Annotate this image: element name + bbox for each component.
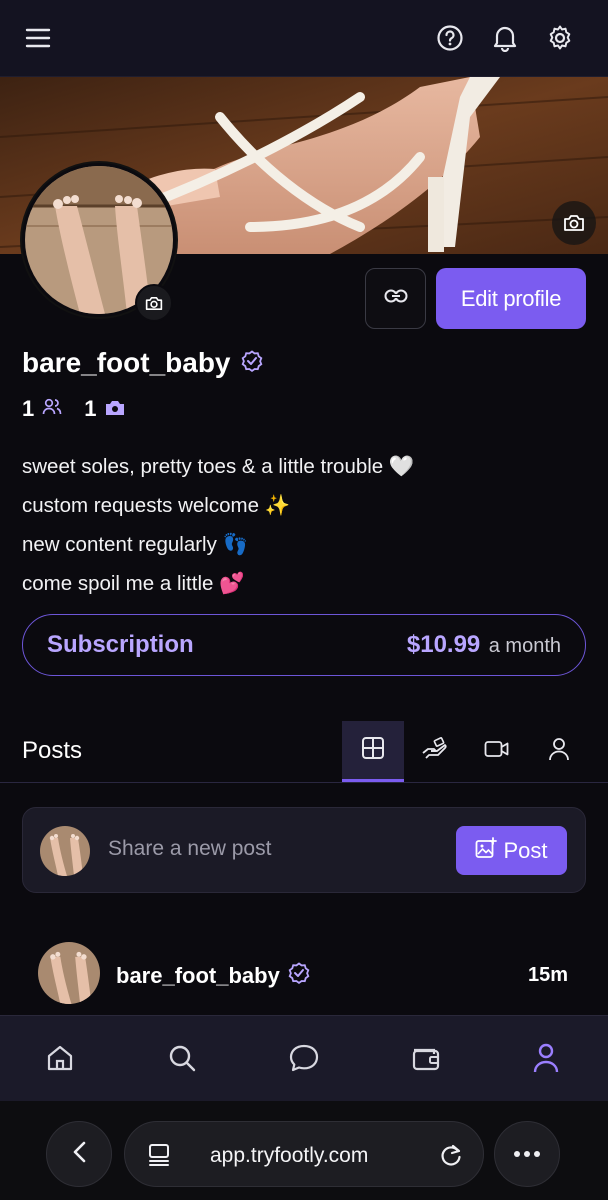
- tab-tips[interactable]: [404, 721, 466, 782]
- profile-icon[interactable]: [526, 1038, 566, 1078]
- copy-link-button[interactable]: [365, 268, 426, 329]
- tabs-icon[interactable]: [147, 1142, 171, 1171]
- more-dots-icon: [513, 1145, 541, 1163]
- chat-bubble-icon[interactable]: [284, 1038, 324, 1078]
- new-post-composer: Share a new post Post: [22, 807, 586, 893]
- bio-line: new content regularly 👣: [22, 533, 249, 556]
- bio-line: come spoil me a little 💕: [22, 572, 245, 595]
- url-bar[interactable]: app.tryfootly.com: [124, 1121, 484, 1187]
- bio-line: custom requests welcome ✨: [22, 494, 291, 517]
- change-avatar-camera-icon[interactable]: [135, 284, 173, 322]
- posts-section-title: Posts: [22, 737, 83, 764]
- avatar: [40, 826, 90, 876]
- person-icon: [548, 737, 570, 766]
- profile-username-row: bare_foot_baby: [22, 347, 263, 379]
- edit-profile-button[interactable]: Edit profile: [436, 268, 586, 329]
- camera-icon: [105, 396, 125, 422]
- verified-badge-icon: [241, 347, 263, 379]
- profile-bio: sweet soles, pretty toes & a little trou…: [22, 447, 414, 603]
- home-icon[interactable]: [40, 1038, 80, 1078]
- post-button[interactable]: Post: [456, 826, 567, 875]
- followers-count: 1: [22, 396, 35, 421]
- divider: [0, 782, 608, 783]
- tip-hand-icon: [421, 737, 449, 766]
- chevron-left-icon: [71, 1140, 87, 1169]
- question-circle-icon[interactable]: [432, 20, 468, 56]
- profile-username: bare_foot_baby: [22, 347, 231, 378]
- post-timestamp: 15m: [527, 964, 568, 986]
- hamburger-menu-icon[interactable]: [20, 20, 56, 56]
- bottom-navigation: [0, 1015, 608, 1101]
- bio-line: sweet soles, pretty toes & a little trou…: [22, 455, 415, 478]
- image-add-icon: [475, 836, 498, 865]
- change-cover-camera-icon[interactable]: [552, 201, 596, 245]
- media-count: 1: [84, 396, 97, 421]
- link-icon: [384, 289, 408, 308]
- browser-more-button[interactable]: [494, 1121, 560, 1187]
- subscription-price-group: $10.99 a month: [407, 631, 561, 659]
- verified-badge-icon: [288, 962, 310, 990]
- post-username-row: bare_foot_baby: [116, 962, 310, 990]
- browser-back-button[interactable]: [46, 1121, 112, 1187]
- video-icon: [484, 740, 510, 763]
- grid-icon: [361, 736, 385, 765]
- gear-icon[interactable]: [542, 20, 578, 56]
- tab-about[interactable]: [528, 721, 590, 782]
- profile-stats: 1 1: [22, 396, 125, 422]
- bell-icon[interactable]: [487, 20, 523, 56]
- post-username[interactable]: bare_foot_baby: [116, 963, 280, 989]
- post-button-label: Post: [503, 837, 548, 863]
- avatar[interactable]: [38, 942, 100, 1004]
- subscription-price: $10.99: [406, 631, 481, 658]
- feed-post-header: bare_foot_baby 15m: [38, 942, 570, 1004]
- subscription-button[interactable]: Subscription $10.99 a month: [22, 614, 586, 676]
- subscription-label: Subscription: [47, 631, 194, 658]
- search-icon[interactable]: [162, 1038, 202, 1078]
- reload-icon[interactable]: [439, 1142, 463, 1173]
- subscription-period: a month: [488, 635, 561, 657]
- top-app-bar: [0, 0, 608, 77]
- url-text: app.tryfootly.com: [210, 1144, 369, 1167]
- people-icon: [42, 396, 62, 422]
- wallet-icon[interactable]: [406, 1038, 446, 1078]
- share-post-input[interactable]: Share a new post: [108, 837, 271, 861]
- posts-tabs: [342, 721, 590, 782]
- tab-videos[interactable]: [466, 721, 528, 782]
- tab-grid[interactable]: [342, 721, 404, 782]
